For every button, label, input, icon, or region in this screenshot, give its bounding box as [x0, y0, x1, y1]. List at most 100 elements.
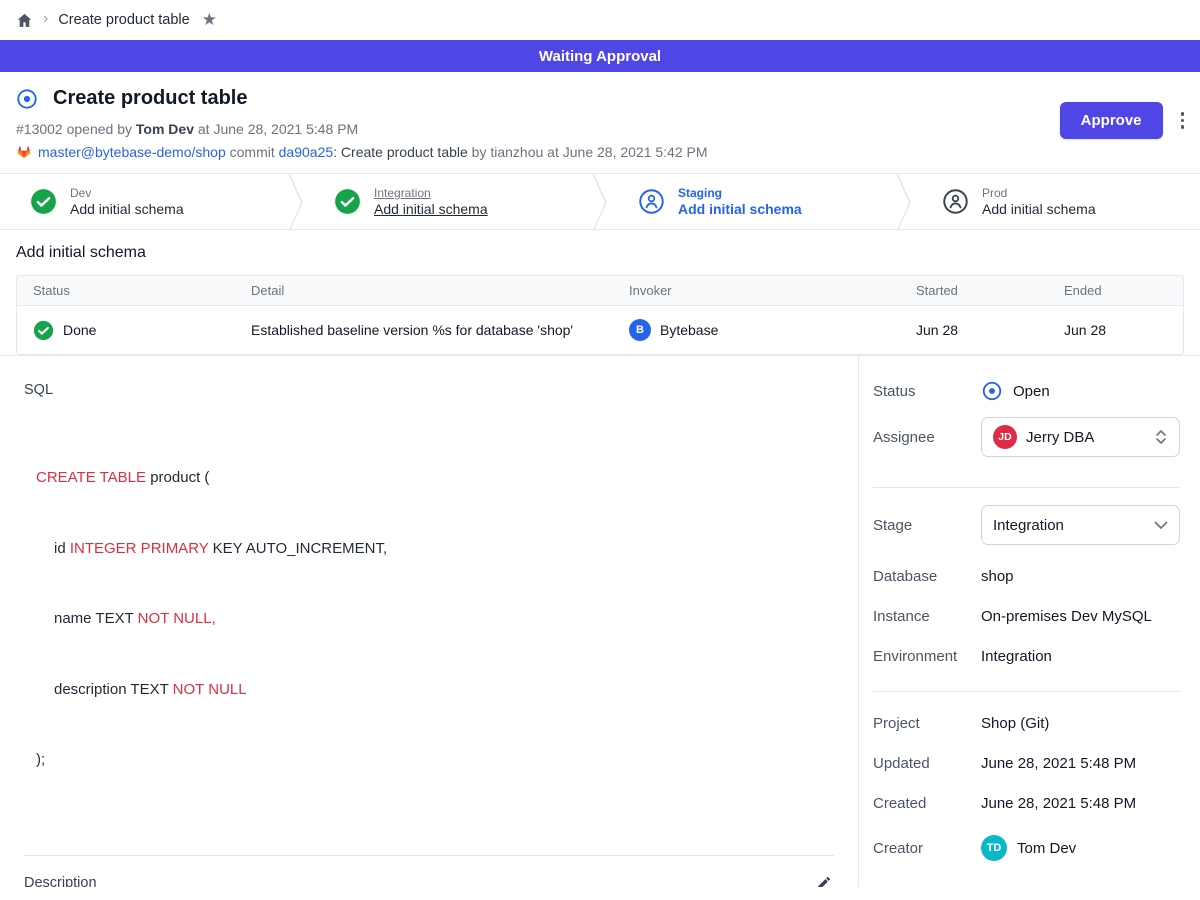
unfold-icon	[1154, 429, 1168, 445]
description-label: Description	[24, 875, 97, 888]
vcs-commit-suffix: by tianzhou at June 28, 2021 5:42 PM	[468, 144, 708, 160]
sql-keyword: NOT NULL,	[138, 610, 216, 627]
stage-env-label: Staging	[678, 186, 802, 200]
instance-value: On-premises Dev MySQL	[981, 608, 1152, 625]
status-badge: Open	[981, 380, 1050, 402]
stage-separator	[592, 174, 608, 229]
environment-label: Environment	[873, 648, 981, 665]
approval-banner: Waiting Approval	[0, 40, 1200, 72]
check-circle-icon	[33, 320, 54, 341]
stage-task-label: Add initial schema	[70, 201, 184, 217]
database-label: Database	[873, 568, 981, 585]
stage-task-label: Add initial schema	[374, 201, 488, 217]
stage-select[interactable]: Integration	[981, 505, 1180, 545]
stage-task-label: Add initial schema	[982, 201, 1096, 217]
issue-meta: #13002 opened by Tom Dev at June 28, 202…	[16, 121, 1184, 137]
assignee-select[interactable]: JD Jerry DBA	[981, 417, 1180, 457]
more-actions-icon[interactable]	[1179, 108, 1187, 133]
issue-open-icon	[16, 88, 38, 110]
issue-sidebar: Status Open Assignee JD Jerry DBA Stage	[858, 356, 1200, 887]
stage-value: Integration	[993, 517, 1145, 534]
breadcrumb: › Create product table ★	[0, 0, 1200, 40]
table-row[interactable]: Done Established baseline version %s for…	[17, 306, 1183, 354]
issue-header: Create product table #13002 opened by To…	[0, 72, 1200, 173]
updated-value: June 28, 2021 5:48 PM	[981, 755, 1136, 772]
issue-main-panel: SQL CREATE TABLE product ( id INTEGER PR…	[0, 356, 858, 887]
sql-code-block: CREATE TABLE product ( id INTEGER PRIMAR…	[36, 419, 834, 819]
sql-keyword: INTEGER PRIMARY	[70, 540, 213, 557]
environment-value: Integration	[981, 648, 1052, 665]
creator-label: Creator	[873, 840, 981, 857]
task-section-title: Add initial schema	[16, 244, 1184, 262]
star-icon[interactable]: ★	[202, 10, 217, 30]
page-title: Create product table	[53, 87, 247, 110]
issue-meta-prefix: #13002 opened by	[16, 121, 136, 137]
sql-text: product (	[150, 469, 209, 486]
issue-author: Tom Dev	[136, 121, 194, 137]
vcs-commit-label: commit	[226, 144, 279, 160]
stage-separator	[896, 174, 912, 229]
assignee-circle-icon	[638, 188, 665, 215]
stage-prod[interactable]: Prod Add initial schema	[912, 174, 1200, 229]
chevron-down-icon	[1154, 521, 1168, 530]
task-status: Done	[63, 322, 96, 338]
assignee-label: Assignee	[873, 429, 981, 446]
stage-env-label: Dev	[70, 186, 184, 200]
sql-text: id	[54, 540, 70, 557]
gitlab-icon	[16, 144, 32, 160]
stage-env-label: Integration	[374, 186, 488, 200]
sql-text: );	[36, 751, 45, 768]
approval-banner-text: Waiting Approval	[539, 48, 661, 65]
stage-dev[interactable]: Dev Add initial schema	[0, 174, 288, 229]
task-started: Jun 28	[916, 322, 958, 338]
avatar: B	[629, 319, 651, 341]
sql-text: description TEXT	[54, 681, 173, 698]
updated-label: Updated	[873, 755, 981, 772]
stage-task-label: Add initial schema	[678, 201, 802, 217]
check-circle-icon	[30, 188, 57, 215]
breadcrumb-title[interactable]: Create product table	[58, 12, 189, 28]
edit-description-icon[interactable]	[814, 873, 834, 888]
instance-label: Instance	[873, 608, 981, 625]
task-table: Status Detail Invoker Started Ended Done…	[16, 275, 1184, 355]
stage-integration[interactable]: Integration Add initial schema	[304, 174, 592, 229]
stage-env-label: Prod	[982, 186, 1096, 200]
task-table-header: Status Detail Invoker Started Ended	[17, 276, 1183, 306]
vcs-commit-hash-link[interactable]: da90a25	[279, 144, 334, 160]
stage-staging[interactable]: Staging Add initial schema	[608, 174, 896, 229]
col-status: Status	[17, 276, 235, 305]
home-icon[interactable]	[16, 12, 33, 29]
avatar: TD	[981, 835, 1007, 861]
vcs-row: master@bytebase-demo/shop commit da90a25…	[16, 144, 1184, 160]
assignee-circle-icon	[942, 188, 969, 215]
project-value[interactable]: Shop (Git)	[981, 715, 1049, 732]
stage-label: Stage	[873, 517, 981, 534]
vcs-branch-link[interactable]: master@bytebase-demo/shop	[38, 144, 226, 160]
project-label: Project	[873, 715, 981, 732]
stage-separator	[288, 174, 304, 229]
created-value: June 28, 2021 5:48 PM	[981, 795, 1136, 812]
approve-button[interactable]: Approve	[1060, 102, 1163, 139]
col-started: Started	[900, 276, 1048, 305]
check-circle-icon	[334, 188, 361, 215]
sql-label: SQL	[24, 382, 834, 398]
sql-text: KEY AUTO_INCREMENT,	[213, 540, 388, 557]
assignee-value: Jerry DBA	[1026, 429, 1145, 446]
sql-keyword: CREATE TABLE	[36, 469, 150, 486]
task-ended: Jun 28	[1064, 322, 1106, 338]
col-ended: Ended	[1048, 276, 1183, 305]
divider	[873, 691, 1180, 692]
sql-text: name TEXT	[54, 610, 138, 627]
avatar: JD	[993, 425, 1017, 449]
col-invoker: Invoker	[613, 276, 900, 305]
status-label: Status	[873, 383, 981, 400]
chevron-right-icon: ›	[43, 10, 48, 28]
status-value: Open	[1013, 383, 1050, 400]
created-label: Created	[873, 795, 981, 812]
task-section: Add initial schema Status Detail Invoker…	[0, 230, 1200, 355]
open-status-icon	[981, 380, 1003, 402]
creator-value: TD Tom Dev	[981, 835, 1076, 861]
creator-name: Tom Dev	[1017, 840, 1076, 857]
issue-meta-suffix: at June 28, 2021 5:48 PM	[194, 121, 358, 137]
database-value: shop	[981, 568, 1014, 585]
